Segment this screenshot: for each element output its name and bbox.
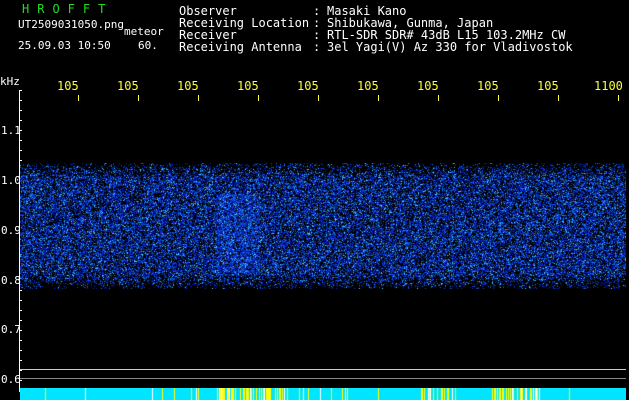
freq-tick: 0.8	[1, 274, 21, 287]
freq-tick: 0.9	[1, 224, 21, 237]
freq-tick: 1.0	[1, 174, 21, 187]
time-tick: 105	[357, 79, 379, 93]
time-tick: 105	[477, 79, 499, 93]
time-tick: 105	[57, 79, 79, 93]
freq-tick: 0.7	[1, 323, 21, 336]
time-tick: 105	[297, 79, 319, 93]
time-tick: 105	[177, 79, 199, 93]
bottom-detection-bar	[20, 388, 626, 400]
freq-unit: kHz	[0, 75, 20, 88]
freq-tick: 1.1	[1, 124, 21, 137]
time-tick: 105	[417, 79, 439, 93]
time-tick: 105	[237, 79, 259, 93]
time-tick: 105	[117, 79, 139, 93]
spectrogram-signal-band	[20, 163, 626, 289]
time-tick: 1100	[594, 79, 623, 93]
freq-tick: 0.6	[1, 373, 21, 386]
time-tick: 105	[537, 79, 559, 93]
